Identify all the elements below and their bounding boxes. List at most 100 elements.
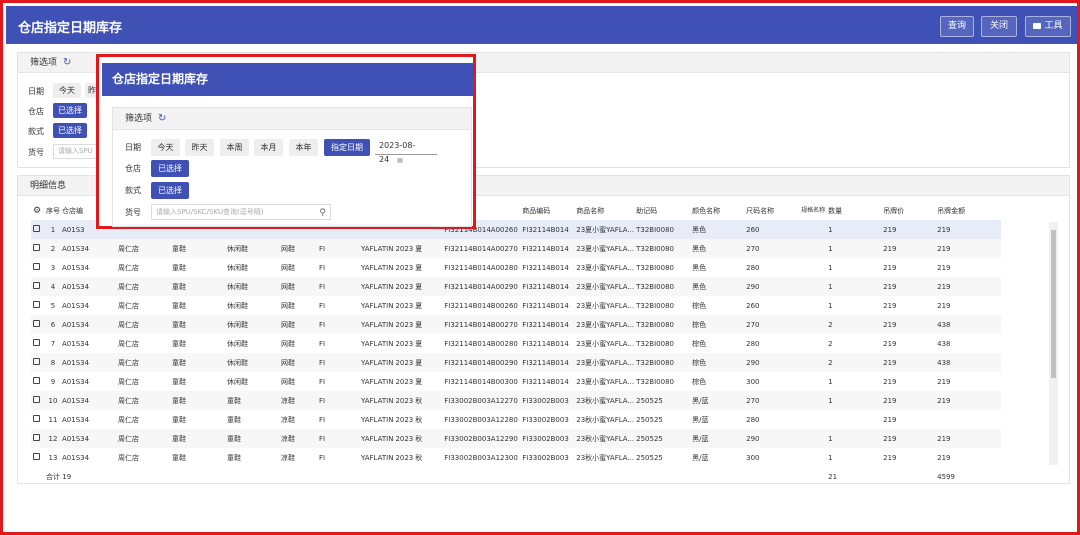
callout-sku-search-input[interactable]: 请输入SPU/SKC/SKU查询(逗号隔) ⚲ [151, 204, 331, 220]
table-cell: 2023 [395, 301, 414, 310]
style-select-button[interactable]: 已选择 [53, 123, 87, 138]
settings-gear-icon[interactable]: ⚙ [31, 201, 44, 220]
table-row[interactable]: 10 A01S34 周仁店 童鞋 童鞋 凉鞋 FI YAFLATIN 2023 秋 FI33002B… [31, 391, 1002, 410]
table-cell: 23夏小蜜YAFLA... [574, 277, 635, 296]
table-cell: 童鞋 [172, 339, 186, 348]
table-cell: T32BI0080 [634, 239, 691, 258]
row-copy-icon[interactable] [31, 277, 44, 296]
callout-filter-header: 筛选项 ↻ [113, 108, 471, 130]
table-cell: 219 [935, 277, 1002, 296]
search-icon[interactable]: ⚲ [319, 206, 326, 220]
table-cell: 1 [828, 301, 833, 310]
table-cell: 5 [50, 301, 56, 310]
table-cell: FI33002B003A12300 [444, 453, 518, 462]
callout-custom-date-button[interactable]: 指定日期 [324, 139, 370, 156]
table-cell: YAFLATIN [361, 339, 394, 348]
row-copy-icon[interactable] [31, 410, 44, 429]
table-row[interactable]: 4 A01S34 周仁店 童鞋 休闲鞋 网鞋 FI YAFLATIN 2023 夏 FI32114B… [31, 277, 1002, 296]
table-cell: 黑/蓝 [692, 415, 709, 424]
table-cell: 夏 [413, 315, 443, 334]
table-row[interactable]: 13 A01S34 周仁店 童鞋 童鞋 凉鞋 FI YAFLATIN 2023 秋 FI33002B… [31, 448, 1001, 467]
table-cell: A01S34 [62, 453, 90, 462]
table-cell: 周仁店 [118, 263, 139, 272]
callout-this-week-button[interactable]: 本周 [220, 139, 249, 156]
copy-icon[interactable] [33, 358, 40, 365]
copy-icon[interactable] [33, 225, 40, 232]
copy-icon[interactable] [33, 396, 40, 403]
copy-icon[interactable] [33, 301, 40, 308]
table-cell: 270 [744, 315, 800, 334]
table-row[interactable]: 11 A01S34 周仁店 童鞋 童鞋 凉鞋 FI YAFLATIN 2023 秋 FI33002B… [31, 410, 1001, 429]
row-copy-icon[interactable] [31, 391, 44, 410]
callout-yesterday-button[interactable]: 昨天 [185, 139, 214, 156]
table-row[interactable]: 6 A01S34 周仁店 童鞋 休闲鞋 网鞋 FI YAFLATIN 2023 夏 FI32114B… [31, 315, 1002, 334]
table-cell: 219 [881, 353, 936, 372]
tools-button-label: 工具 [1044, 21, 1063, 31]
copy-icon[interactable] [33, 434, 40, 441]
row-copy-icon[interactable] [31, 220, 44, 239]
copy-icon[interactable] [33, 377, 40, 384]
callout-sku-label: 货号 [125, 208, 141, 217]
row-copy-icon[interactable] [31, 334, 44, 353]
query-button[interactable]: 查询 [940, 16, 974, 37]
copy-icon[interactable] [33, 244, 40, 251]
table-cell: 2 [828, 339, 833, 348]
table-row[interactable]: 8 A01S34 周仁店 童鞋 休闲鞋 网鞋 FI YAFLATIN 2023 夏 FI32114B… [31, 353, 1002, 372]
callout-date-input[interactable]: 2023-08-24 ▤ [375, 139, 437, 164]
callout-store-select-button[interactable]: 已选择 [151, 160, 189, 177]
table-cell: 凉鞋 [281, 453, 295, 462]
callout-today-button[interactable]: 今天 [151, 139, 180, 156]
table-row[interactable]: 12 A01S34 周仁店 童鞋 童鞋 凉鞋 FI YAFLATIN 2023 秋 FI33002B… [31, 429, 1002, 448]
copy-icon[interactable] [33, 282, 40, 289]
table-cell: A01S34 [60, 391, 116, 410]
copy-icon[interactable] [33, 263, 40, 270]
table-cell: 23夏小蜜YAFLA... [574, 353, 635, 372]
callout-style-select-button[interactable]: 已选择 [151, 182, 189, 199]
table-row[interactable]: 2 A01S34 周仁店 童鞋 休闲鞋 网鞋 FI YAFLATIN 2023 夏 FI32114B… [31, 239, 1002, 258]
tools-button[interactable]: 工具 [1025, 16, 1071, 37]
table-cell: 童鞋 [170, 429, 225, 448]
table-cell: 438 [937, 339, 951, 348]
table-cell: T32BI0080 [634, 277, 691, 296]
callout-this-year-button[interactable]: 本年 [289, 139, 318, 156]
close-button[interactable]: 关闭 [981, 16, 1017, 37]
scrollbar-thumb[interactable] [1051, 230, 1056, 378]
copy-icon[interactable] [33, 453, 40, 460]
table-cell [799, 315, 827, 334]
table-cell: 2023 [395, 377, 414, 386]
row-copy-icon[interactable] [31, 429, 44, 448]
table-cell: 260 [746, 301, 760, 310]
table-row[interactable]: 3 A01S34 周仁店 童鞋 休闲鞋 网鞋 FI YAFLATIN 2023 夏 FI32114B… [31, 258, 1001, 277]
callout-filter-header-label: 筛选项 [125, 114, 153, 124]
table-cell: 凉鞋 [281, 415, 295, 424]
store-label: 仓店 [28, 107, 44, 116]
table-row[interactable]: 7 A01S34 周仁店 童鞋 休闲鞋 网鞋 FI YAFLATIN 2023 夏 FI32114B… [31, 334, 1001, 353]
row-copy-icon[interactable] [31, 239, 44, 258]
copy-icon[interactable] [33, 339, 40, 346]
table-cell: 夏 [413, 239, 443, 258]
row-copy-icon[interactable] [31, 448, 44, 467]
table-cell: FI [319, 453, 326, 462]
copy-icon[interactable] [33, 415, 40, 422]
row-copy-icon[interactable] [31, 353, 44, 372]
callout-this-month-button[interactable]: 本月 [254, 139, 283, 156]
table-cell: 3 [50, 263, 56, 272]
table-row[interactable]: 5 A01S34 周仁店 童鞋 休闲鞋 网鞋 FI YAFLATIN 2023 夏 FI32114B… [31, 296, 1001, 315]
copy-icon[interactable] [33, 320, 40, 327]
row-copy-icon[interactable] [31, 296, 44, 315]
table-scrollbar[interactable] [1049, 222, 1058, 465]
table-cell: 6 [44, 315, 60, 334]
table-cell: 休闲鞋 [227, 339, 248, 348]
row-copy-icon[interactable] [31, 372, 44, 391]
table-cell: 夏 [415, 301, 423, 310]
refresh-icon[interactable]: ↻ [63, 53, 71, 73]
sku-search-input[interactable]: 请输入SPU [53, 144, 101, 159]
table-cell: 休闲鞋 [225, 277, 279, 296]
date-today-button[interactable]: 今天 [53, 83, 81, 98]
table-cell: 网鞋 [281, 339, 295, 348]
row-copy-icon[interactable] [31, 315, 44, 334]
store-select-button[interactable]: 已选择 [53, 103, 87, 118]
table-row[interactable]: 9 A01S34 周仁店 童鞋 休闲鞋 网鞋 FI YAFLATIN 2023 夏 FI32114B… [31, 372, 1001, 391]
row-copy-icon[interactable] [31, 258, 44, 277]
callout-refresh-icon[interactable]: ↻ [158, 108, 166, 130]
